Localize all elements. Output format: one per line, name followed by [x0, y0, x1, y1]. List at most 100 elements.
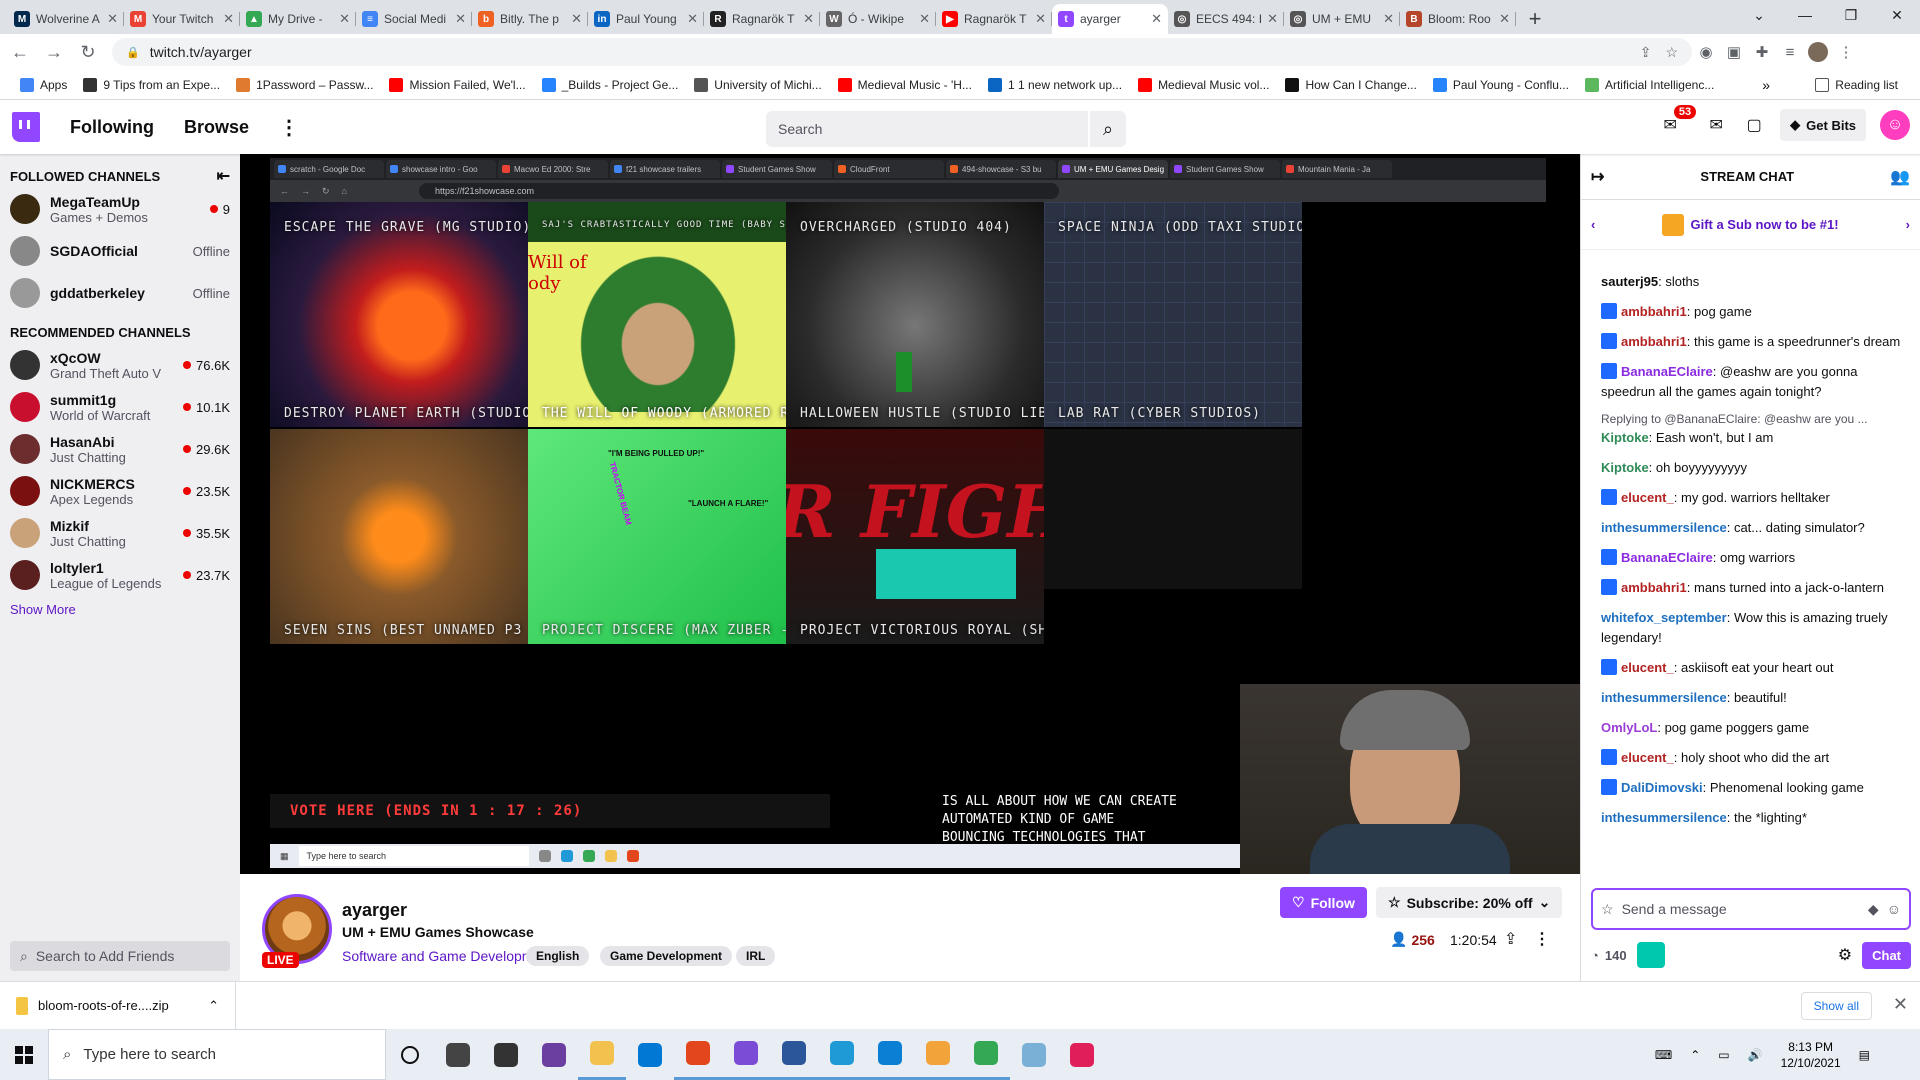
slack-icon[interactable] [1058, 1029, 1106, 1080]
tab-close-icon[interactable]: ✕ [687, 11, 698, 27]
new-tab-button[interactable]: + [1520, 4, 1550, 34]
chat-badge-icon[interactable] [1601, 659, 1617, 675]
profile-avatar[interactable] [1804, 38, 1832, 66]
browser-tab[interactable]: ◎ EECS 494: I ✕ [1168, 4, 1284, 34]
tab-close-icon[interactable]: ✕ [1383, 11, 1394, 27]
browser-tab[interactable]: ≡ Social Medi ✕ [356, 4, 472, 34]
chat-username[interactable]: inthesummersilence [1601, 520, 1727, 535]
share-icon[interactable]: ⇪ [1640, 44, 1652, 61]
stream-category-link[interactable]: Software and Game Development [342, 948, 553, 964]
tab-search-icon[interactable]: ⌄ [1736, 0, 1782, 30]
bookmark-item[interactable]: Artificial Intelligenc... [1577, 77, 1722, 92]
search-icon[interactable]: ⌕ [1090, 111, 1126, 147]
browser-tab[interactable]: in Paul Young ✕ [588, 4, 704, 34]
browser-tab[interactable]: b Bitly. The p ✕ [472, 4, 588, 34]
chat-badge-icon[interactable] [1601, 549, 1617, 565]
twitch-search-input[interactable]: Search [766, 111, 1088, 147]
chat-username[interactable]: elucent_ [1621, 660, 1674, 675]
gear-icon[interactable]: ⚙ [1838, 945, 1852, 965]
tab-close-icon[interactable]: ✕ [1035, 11, 1046, 27]
sidebar-channel-item[interactable]: summit1g World of Warcraft 10.1K [0, 386, 240, 428]
chrome-icon[interactable] [962, 1029, 1010, 1080]
collapse-sidebar-icon[interactable]: ⇤ [217, 166, 230, 186]
discord-icon[interactable] [722, 1029, 770, 1080]
following-link[interactable]: Following [70, 117, 154, 138]
show-more-link[interactable]: Show More [0, 602, 240, 617]
chat-badge-icon[interactable] [1601, 363, 1617, 379]
channel-points[interactable]: ◔ 140 [1591, 948, 1627, 963]
bookmark-item[interactable]: University of Michi... [686, 77, 829, 92]
bookmark-item[interactable]: Paul Young - Conflu... [1425, 77, 1577, 92]
inbox-icon[interactable]: ✉ [1704, 113, 1728, 137]
tag-irl[interactable]: IRL [736, 946, 776, 966]
chat-username[interactable]: elucent_ [1621, 490, 1674, 505]
follow-button[interactable]: ♡ Follow [1280, 887, 1367, 918]
office-icon[interactable] [674, 1029, 722, 1080]
minimize-icon[interactable]: — [1782, 0, 1828, 30]
share-icon[interactable]: ⇪ [1504, 929, 1517, 949]
bookmark-item[interactable]: 9 Tips from an Expe... [75, 77, 228, 92]
vscode-icon[interactable] [866, 1029, 914, 1080]
browser-tab[interactable]: ▲ My Drive - ✕ [240, 4, 356, 34]
bookmark-item[interactable]: Medieval Music vol... [1130, 77, 1277, 92]
bookmark-item[interactable]: How Can I Change... [1277, 77, 1424, 92]
mail-icon[interactable] [626, 1029, 674, 1080]
chevron-right-icon[interactable]: › [1906, 217, 1910, 232]
more-menu-icon[interactable]: ⋮ [279, 115, 299, 140]
browser-tab[interactable]: ▶ Ragnarök T ✕ [936, 4, 1052, 34]
reading-list-button[interactable]: Reading list [1807, 77, 1906, 92]
chat-username[interactable]: ambbahri1 [1621, 334, 1687, 349]
keyboard-icon[interactable]: ⌨ [1655, 1048, 1672, 1062]
claim-points-button[interactable] [1636, 942, 1665, 968]
cortana-icon[interactable] [386, 1029, 434, 1080]
close-icon[interactable]: ✕ [1893, 994, 1908, 1015]
chat-badge-icon[interactable] [1601, 749, 1617, 765]
show-all-downloads-button[interactable]: Show all [1800, 992, 1872, 1020]
notepad-icon[interactable] [1010, 1029, 1058, 1080]
bookmark-item[interactable]: Medieval Music - 'H... [830, 77, 980, 92]
tab-close-icon[interactable]: ✕ [1151, 11, 1162, 27]
chat-username[interactable]: BananaEClaire [1621, 550, 1713, 565]
start-button[interactable] [0, 1045, 48, 1064]
chat-badge-icon[interactable] [1601, 779, 1617, 795]
extension-icon[interactable]: ◉ [1692, 38, 1720, 66]
edge-icon[interactable] [818, 1029, 866, 1080]
emote-picker-icon[interactable]: ☆ [1601, 901, 1614, 918]
bookmark-item[interactable]: 1Password – Passw... [228, 77, 381, 92]
media-control-icon[interactable]: ≡ [1776, 38, 1804, 66]
taskbar-clock[interactable]: 8:13 PM 12/10/2021 [1781, 1039, 1841, 1071]
tab-close-icon[interactable]: ✕ [571, 11, 582, 27]
browser-tab[interactable]: M Your Twitch ✕ [124, 4, 240, 34]
sidebar-channel-item[interactable]: gddatberkeley Offline [0, 272, 240, 314]
download-item[interactable]: bloom-roots-of-re....zip ⌃ [0, 981, 236, 1030]
tab-close-icon[interactable]: ✕ [1499, 11, 1510, 27]
browse-link[interactable]: Browse [184, 117, 249, 138]
bits-icon[interactable]: ◆ [1868, 901, 1879, 918]
tab-close-icon[interactable]: ✕ [919, 11, 930, 27]
sidebar-channel-item[interactable]: HasanAbi Just Chatting 29.6K [0, 428, 240, 470]
chat-username[interactable]: OmlyLoL [1601, 720, 1657, 735]
tag-game-development[interactable]: Game Development [600, 946, 733, 966]
chrome-canary-icon[interactable] [914, 1029, 962, 1080]
browser-tab[interactable]: W Ó - Wikipe ✕ [820, 4, 936, 34]
reload-icon[interactable]: ↻ [74, 38, 102, 66]
prime-loot-icon[interactable]: ✉ 53 [1658, 105, 1697, 137]
tab-close-icon[interactable]: ✕ [1267, 11, 1278, 27]
maximize-icon[interactable]: ❐ [1828, 0, 1874, 30]
chat-badge-icon[interactable] [1601, 303, 1617, 319]
chat-badge-icon[interactable] [1601, 489, 1617, 505]
store-icon[interactable] [482, 1029, 530, 1080]
volume-icon[interactable]: 🔊 [1748, 1048, 1763, 1062]
more-bookmarks-icon[interactable]: » [1762, 77, 1770, 93]
browser-tab[interactable]: t ayarger ✕ [1052, 4, 1168, 34]
sidebar-channel-item[interactable]: NICKMERCS Apex Legends 23.5K [0, 470, 240, 512]
chat-badge-icon[interactable] [1601, 333, 1617, 349]
friends-search-input[interactable]: ⌕ Search to Add Friends [10, 941, 230, 971]
taskbar-search[interactable]: ⌕ Type here to search [48, 1029, 386, 1080]
task-view-icon[interactable] [434, 1029, 482, 1080]
bookmark-item[interactable]: _Builds - Project Ge... [534, 77, 687, 92]
browser-tab[interactable]: ◎ UM + EMU ✕ [1284, 4, 1400, 34]
tab-close-icon[interactable]: ✕ [803, 11, 814, 27]
chat-username[interactable]: elucent_ [1621, 750, 1674, 765]
tag-english[interactable]: English [526, 946, 590, 966]
